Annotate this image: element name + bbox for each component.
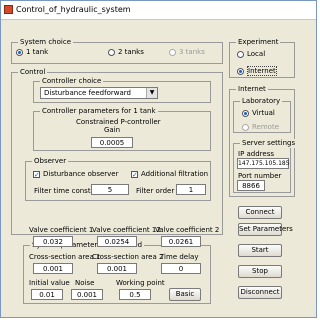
radio-unselected-icon — [237, 50, 244, 58]
basic-button[interactable]: Basic — [169, 288, 201, 301]
radio-selected-icon — [16, 48, 23, 56]
noise-label: Noise — [75, 279, 95, 287]
filter-order-label: Filter order — [136, 187, 175, 195]
radio-3-tanks[interactable]: 3 tanks — [169, 48, 205, 56]
time-delay-label: Time delay — [160, 253, 199, 261]
chevron-down-icon: ▼ — [146, 88, 157, 98]
window-title: Control_of_hydraulic_system — [16, 5, 131, 14]
controller-select[interactable]: Disturbance feedforward ▼ — [40, 87, 158, 99]
radio-internet-label: Internet — [247, 66, 277, 76]
valve-coefficient-2-label: Valve coefficient 2 — [155, 226, 220, 234]
ip-address-label: IP address — [238, 150, 275, 158]
valve-coefficient-12-label: Valve coefficient 12 — [92, 226, 161, 234]
additional-filtration-label: Additional filtration — [141, 170, 209, 178]
radio-local[interactable]: Local — [237, 50, 265, 58]
ip-address-input[interactable]: 147.175.105.185 — [237, 158, 290, 169]
working-point-label: Working point — [116, 279, 165, 287]
radio-3-tanks-label: 3 tanks — [179, 48, 205, 56]
gain-input[interactable]: 0.0005 — [91, 137, 133, 148]
start-button[interactable]: Start — [238, 244, 282, 257]
cross-section-area-2-label: Cross-section area 2 — [92, 253, 164, 261]
checkmark-icon: ✓ — [131, 170, 138, 179]
title-bar: Control_of_hydraulic_system — [1, 1, 316, 20]
additional-filtration-checkbox[interactable]: ✓ Additional filtration — [131, 170, 208, 178]
time-delay-input[interactable]: 0 — [161, 263, 201, 274]
observer-legend: Observer — [32, 157, 69, 166]
checkmark-icon: ✓ — [33, 170, 40, 179]
system-choice-legend: System choice — [18, 38, 73, 47]
radio-virtual-label: Virtual — [252, 109, 275, 117]
radio-unselected-icon — [108, 48, 115, 56]
experiment-legend: Experiment — [236, 38, 281, 47]
matlab-app-icon — [4, 5, 13, 14]
radio-selected-icon — [237, 67, 244, 75]
disturbance-observer-checkbox[interactable]: ✓ Disturbance observer — [33, 170, 118, 178]
controller-choice-legend: Controller choice — [40, 77, 104, 86]
cross-section-area-2-input[interactable]: 0.001 — [97, 263, 137, 274]
radio-2-tanks[interactable]: 2 tanks — [108, 48, 144, 56]
radio-1-tank[interactable]: 1 tank — [16, 48, 48, 56]
radio-unselected-icon — [242, 123, 249, 131]
connect-button[interactable]: Connect — [238, 206, 282, 219]
radio-internet[interactable]: Internet — [237, 66, 277, 76]
valve-coefficient-12-input[interactable]: 0.0254 — [97, 236, 137, 247]
stop-button[interactable]: Stop — [238, 265, 282, 278]
radio-local-label: Local — [247, 50, 266, 58]
noise-input[interactable]: 0.001 — [71, 289, 103, 300]
disconnect-button[interactable]: Disconnect — [238, 286, 282, 299]
working-point-input[interactable]: 0.5 — [119, 289, 151, 300]
port-number-label: Port number — [238, 172, 282, 180]
filter-order-input[interactable]: 1 — [176, 184, 206, 195]
gain-label: Gain — [104, 126, 121, 134]
radio-remote-label: Remote — [252, 123, 280, 131]
main-window: Control_of_hydraulic_system System choic… — [0, 0, 317, 318]
initial-value-label: Initial value — [29, 279, 70, 287]
control-legend: Control — [18, 68, 48, 77]
observer-panel: Observer — [25, 157, 211, 201]
radio-remote[interactable]: Remote — [242, 123, 279, 131]
port-number-input[interactable]: 8866 — [237, 180, 265, 191]
internet-legend: Internet — [236, 85, 268, 94]
cross-section-area-1-label: Cross-section area 1 — [29, 253, 101, 261]
controller-type-label: Constrained P-controller — [76, 118, 161, 126]
filter-time-constant-input[interactable]: 5 — [91, 184, 129, 195]
controller-params-legend: Controller parameters for 1 tank — [40, 107, 158, 116]
server-settings-legend: Server settings — [240, 139, 298, 148]
cross-section-area-1-input[interactable]: 0.001 — [33, 263, 73, 274]
controller-select-value: Disturbance feedforward — [44, 89, 131, 97]
radio-selected-icon — [242, 109, 249, 117]
radio-2-tanks-label: 2 tanks — [118, 48, 144, 56]
valve-coefficient-2-input[interactable]: 0.0261 — [161, 236, 201, 247]
radio-virtual[interactable]: Virtual — [242, 109, 275, 117]
set-parameters-button[interactable]: Set Parameters — [238, 223, 293, 236]
radio-unselected-icon — [169, 48, 176, 56]
valve-coefficient-1-input[interactable]: 0.032 — [33, 236, 73, 247]
initial-value-input[interactable]: 0.01 — [31, 289, 63, 300]
disturbance-observer-label: Disturbance observer — [43, 170, 119, 178]
laboratory-legend: Laboratory — [240, 97, 283, 106]
valve-coefficient-1-label: Valve coefficient 1 — [29, 226, 94, 234]
radio-1-tank-label: 1 tank — [26, 48, 49, 56]
